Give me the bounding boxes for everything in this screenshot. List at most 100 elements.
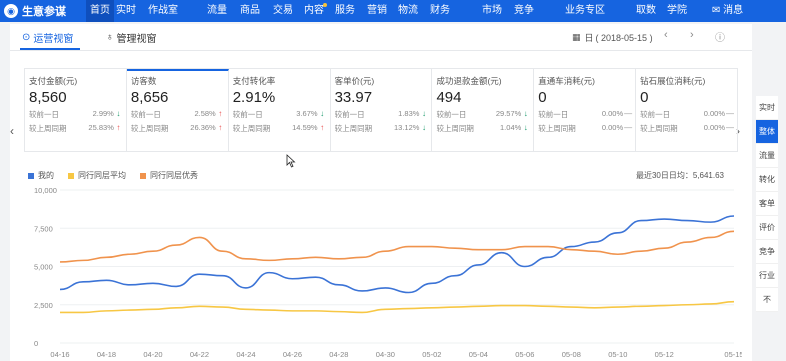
- metric-week-compare: 较上周同期 13.12% ↓: [335, 123, 428, 134]
- metrics-prev-icon[interactable]: ‹: [10, 124, 14, 138]
- brand-name: 生意参谋: [22, 6, 66, 18]
- metric-card[interactable]: 客单价(元) 33.97 较前一日 1.83% ↓ 较上周同期 13.12% ↓: [331, 69, 433, 151]
- prev-date-icon[interactable]: ‹: [664, 29, 668, 41]
- sidebar-item[interactable]: 整体: [756, 120, 778, 144]
- metric-card[interactable]: 支付转化率 2.91% 较前一日 3.67% ↓ 较上周同期 14.59% ↑: [229, 69, 331, 151]
- metric-day-compare-pct: 1.83%: [398, 109, 420, 118]
- metric-card[interactable]: 直通车消耗(元) 0 较前一日 0.00% — 较上周同期 0.00% —: [534, 69, 637, 151]
- nav-item-label: 市场: [482, 5, 502, 16]
- legend-peer-avg-swatch: [68, 172, 74, 179]
- messages-label: 消息: [723, 5, 744, 16]
- y-tick-label: 0: [34, 339, 38, 348]
- nav-item[interactable]: 业务专区: [565, 0, 605, 22]
- metric-card[interactable]: 访客数 8,656 较前一日 2.58% ↑ 较上周同期 26.36% ↑: [126, 69, 229, 151]
- nav-item[interactable]: 取数: [636, 0, 656, 22]
- brand[interactable]: ◉ 生意参谋: [0, 3, 78, 19]
- nav-item-label: 流量: [207, 5, 227, 16]
- metric-day-compare-label: 较前一日: [130, 110, 161, 119]
- metric-day-compare: 较前一日 0.00% —: [640, 109, 734, 120]
- nav-item[interactable]: 实时: [116, 0, 136, 22]
- metric-week-compare-pct: 1.04%: [500, 123, 522, 132]
- nav-item[interactable]: 商品: [240, 0, 260, 22]
- metric-week-compare-label: 较上周同期: [436, 124, 474, 133]
- metric-card[interactable]: 支付金额(元) 8,560 较前一日 2.99% ↓ 较上周同期 25.83% ↑: [25, 69, 127, 151]
- metric-value: 494: [436, 89, 462, 106]
- metric-day-compare: 较前一日 0.00% —: [538, 109, 632, 120]
- sidebar-item[interactable]: 评价: [756, 216, 778, 240]
- nav-item[interactable]: 服务: [335, 0, 355, 22]
- daily-average: 最近30日日均：5,641.63: [635, 171, 724, 180]
- tab-mgmt-view[interactable]: ♁ 管理视窗: [106, 30, 157, 45]
- trend-down-icon: ↓: [421, 123, 426, 132]
- nav-item[interactable]: 物流: [398, 0, 418, 22]
- tab-mgmt-view-label: 管理视窗: [116, 34, 157, 45]
- nav-item-label: 业务专区: [565, 5, 605, 16]
- metric-week-compare: 较上周同期 0.00% —: [640, 123, 734, 134]
- sidebar-item[interactable]: 行业: [756, 264, 778, 288]
- nav-item-label: 首页: [90, 5, 110, 16]
- help-icon[interactable]: ⓘ: [715, 29, 725, 44]
- legend-peer-best-label: 同行同层优秀: [150, 171, 198, 180]
- metric-week-compare: 较上周同期 26.36% ↑: [131, 123, 224, 134]
- x-tick-label: 05-15: [724, 350, 742, 359]
- metric-day-compare-pct: 0.00%: [703, 109, 726, 118]
- chart-legend: 我的 同行同层平均 同行同层优秀: [28, 170, 212, 181]
- nav-item[interactable]: 市场: [482, 0, 502, 22]
- sidebar-item[interactable]: 实时: [756, 96, 778, 120]
- legend-peer-avg[interactable]: 同行同层平均: [68, 170, 126, 181]
- next-date-icon[interactable]: ›: [690, 29, 694, 41]
- sidebar-item[interactable]: 竞争: [756, 240, 778, 264]
- legend-mine-swatch: [28, 172, 34, 179]
- metric-week-compare-label: 较上周同期: [29, 124, 67, 133]
- nav-item[interactable]: 作战室: [148, 0, 178, 22]
- nav-item[interactable]: 学院: [667, 0, 687, 22]
- nav-item[interactable]: 竞争: [514, 0, 534, 22]
- metric-card[interactable]: 钻石展位消耗(元) 0 较前一日 0.00% — 较上周同期 0.00% —: [636, 69, 737, 151]
- trend-down-icon: ↓: [523, 123, 528, 132]
- metric-title: 访客数: [130, 76, 157, 86]
- nav-item-label: 服务: [335, 5, 355, 16]
- metric-value: 8,560: [29, 89, 67, 106]
- legend-peer-best[interactable]: 同行同层优秀: [140, 170, 198, 181]
- x-tick-label: 05-12: [655, 350, 674, 359]
- metric-week-compare: 较上周同期 14.59% ↑: [233, 123, 326, 134]
- x-tick-label: 05-02: [422, 350, 441, 359]
- nav-item[interactable]: 交易: [273, 0, 293, 22]
- nav-item-label: 交易: [273, 5, 293, 16]
- nav-item[interactable]: 营销: [367, 0, 387, 22]
- tab-ops-view-label: 运营视窗: [33, 34, 74, 45]
- trend-up-icon: ↑: [218, 123, 223, 132]
- notification-dot: [323, 3, 327, 7]
- nav-item[interactable]: 流量: [207, 0, 227, 22]
- metric-day-compare-label: 较前一日: [436, 110, 467, 119]
- metric-title: 支付转化率: [232, 76, 276, 86]
- nav-item-label: 物流: [398, 5, 418, 16]
- date-picker[interactable]: ▦ 日 ( 2018-05-15 ): [572, 31, 653, 44]
- messages-link[interactable]: ✉ 消息: [712, 0, 743, 22]
- nav-item-label: 取数: [636, 5, 656, 16]
- sidebar-item[interactable]: 流量: [756, 144, 778, 168]
- nav-item[interactable]: 首页: [86, 0, 114, 22]
- metric-card[interactable]: 成功退款金额(元) 494 较前一日 29.57% ↓ 较上周同期 1.04% ↓: [432, 69, 535, 151]
- nav-item[interactable]: 内容: [304, 0, 327, 22]
- x-tick-label: 04-22: [190, 350, 209, 359]
- metric-week-compare-pct: 25.83%: [88, 123, 114, 132]
- tab-ops-view[interactable]: ⊙ 运营视窗: [22, 30, 73, 45]
- trend-up-icon: ↑: [218, 109, 223, 118]
- sidebar-item[interactable]: 转化: [756, 168, 778, 192]
- sidebar-item[interactable]: 客单: [756, 192, 778, 216]
- nav-item-label: 学院: [667, 5, 687, 16]
- x-tick-label: 05-08: [562, 350, 581, 359]
- legend-mine[interactable]: 我的: [28, 170, 54, 181]
- metric-day-compare-pct: 3.67%: [296, 109, 318, 118]
- metric-day-compare-label: 较前一日: [538, 110, 569, 119]
- metric-week-compare-pct: 14.59%: [292, 123, 318, 132]
- sidebar-item[interactable]: 不: [756, 288, 778, 312]
- trend-down-icon: ↓: [116, 109, 121, 118]
- legend-peer-best-swatch: [140, 172, 146, 179]
- metric-title: 成功退款金额(元): [436, 76, 502, 86]
- x-tick-label: 04-20: [143, 350, 162, 359]
- metric-title: 支付金额(元): [29, 76, 78, 86]
- nav-item-label: 内容: [304, 5, 324, 16]
- nav-item[interactable]: 财务: [430, 0, 450, 22]
